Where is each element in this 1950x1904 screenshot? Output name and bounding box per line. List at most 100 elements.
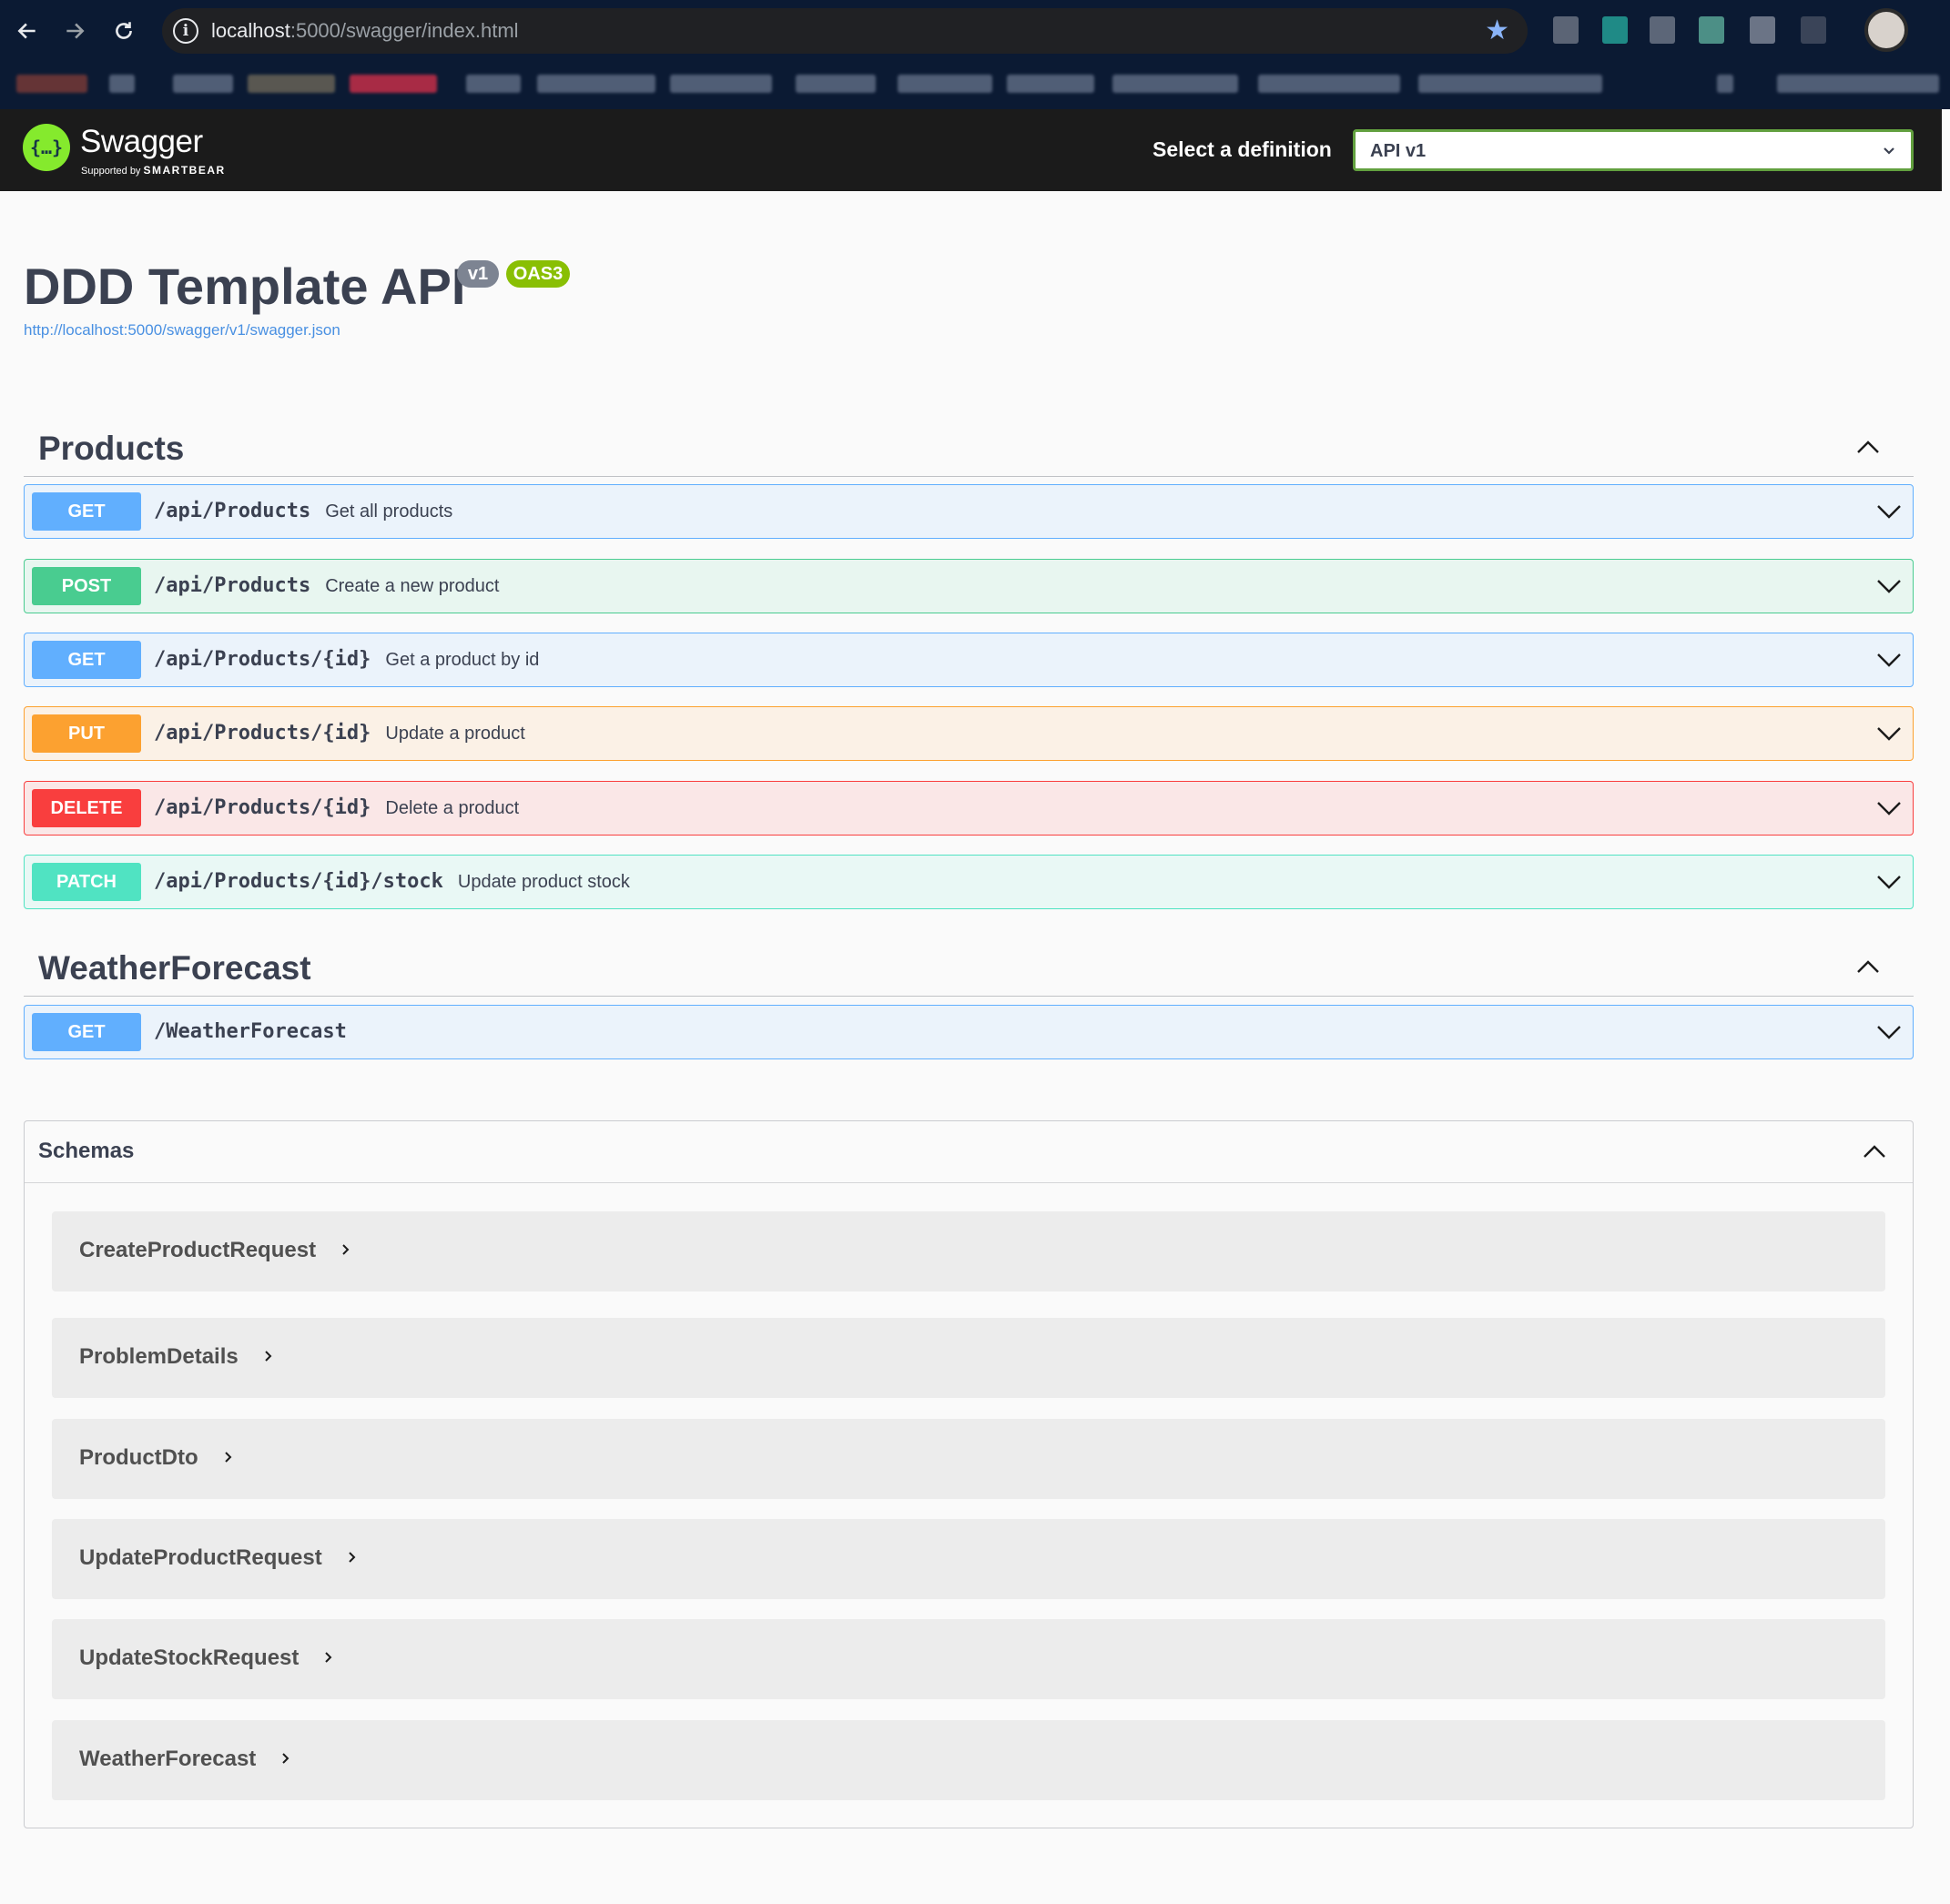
bookmark-item[interactable] [796, 75, 876, 93]
model-label: WeatherForecast [79, 1747, 257, 1771]
tag-header-weatherforecast[interactable]: WeatherForecast [24, 940, 1914, 997]
model-label: ProductDto [79, 1445, 198, 1470]
bookmark-item[interactable] [1717, 75, 1733, 93]
bookmark-item[interactable] [109, 75, 135, 93]
extension-icon[interactable] [1650, 16, 1675, 44]
chevron-right-icon[interactable] [279, 1752, 292, 1765]
operation-patch-product-stock[interactable]: PATCH /api/Products/{id}/stock Update pro… [24, 855, 1914, 909]
operation-summary: Update product stock [457, 872, 630, 892]
star-icon[interactable]: ★ [1485, 15, 1509, 46]
bookmark-item[interactable] [537, 75, 655, 93]
spec-url-link[interactable]: http://localhost:5000/swagger/v1/swagger… [24, 320, 340, 340]
schema-model[interactable]: UpdateProductRequest [52, 1519, 1885, 1599]
operation-get-products[interactable]: GET /api/Products Get all products [24, 484, 1914, 539]
logo-subtitle: Supported by SMARTBEAR [81, 164, 226, 177]
extension-icon[interactable] [1553, 16, 1579, 44]
schema-model[interactable]: CreateProductRequest [52, 1211, 1885, 1291]
chevron-right-icon[interactable] [340, 1243, 352, 1256]
chevron-down-icon[interactable] [1874, 572, 1904, 601]
bookmark-item[interactable] [16, 75, 87, 93]
operation-summary: Get a product by id [385, 650, 540, 670]
definition-select-value: API v1 [1370, 141, 1427, 161]
schemas-header[interactable]: Schemas [25, 1121, 1913, 1183]
bookmark-item[interactable] [466, 75, 521, 93]
schema-model-name: ProductDto [79, 1444, 235, 1472]
schema-model-name: ProblemDetails [79, 1343, 275, 1371]
schema-model[interactable]: UpdateStockRequest [52, 1619, 1885, 1699]
method-badge: PATCH [32, 863, 141, 901]
oas-badge: OAS3 [506, 260, 570, 288]
method-badge: GET [32, 641, 141, 679]
chevron-down-icon[interactable] [1874, 497, 1904, 526]
url-text: localhost:5000/swagger/index.html [211, 18, 519, 44]
url-path: :5000/swagger/index.html [289, 19, 519, 42]
extension-icon[interactable] [1750, 16, 1775, 44]
chevron-down-icon[interactable] [1874, 867, 1904, 896]
bookmark-item[interactable] [670, 75, 772, 93]
chevron-down-icon[interactable] [1874, 645, 1904, 674]
operation-put-product[interactable]: PUT /api/Products/{id} Update a product [24, 706, 1914, 761]
bookmark-item[interactable] [248, 75, 335, 93]
version-badge: v1 [457, 260, 499, 288]
operation-summary: Update a product [385, 724, 525, 744]
tag-title: WeatherForecast [38, 949, 311, 987]
schemas-section: Schemas CreateProductRequest ProblemDeta… [24, 1120, 1914, 1828]
bookmark-item[interactable] [1007, 75, 1094, 93]
model-label: ProblemDetails [79, 1344, 239, 1369]
schemas-title: Schemas [38, 1139, 135, 1163]
bookmark-item[interactable] [898, 75, 992, 93]
bookmark-item[interactable] [1777, 75, 1939, 93]
operation-path: /api/Products/{id}/stock Update product s… [154, 870, 630, 894]
chevron-down-icon[interactable] [1874, 719, 1904, 748]
chevron-right-icon[interactable] [222, 1451, 235, 1463]
bookmark-item[interactable] [1418, 75, 1602, 93]
operation-get-weatherforecast[interactable]: GET /WeatherForecast [24, 1005, 1914, 1059]
path-text: /api/Products/{id} [154, 648, 371, 671]
operation-get-product-by-id[interactable]: GET /api/Products/{id} Get a product by i… [24, 633, 1914, 687]
chevron-up-icon[interactable] [1854, 953, 1883, 982]
path-text: /api/Products [154, 574, 311, 597]
chevron-right-icon[interactable] [322, 1651, 335, 1664]
definition-select[interactable]: API v1 [1353, 129, 1914, 171]
chevron-up-icon[interactable] [1854, 433, 1883, 462]
swagger-logo-icon[interactable]: {…} [23, 124, 70, 171]
chevron-right-icon[interactable] [346, 1551, 359, 1564]
schema-model[interactable]: WeatherForecast [52, 1720, 1885, 1800]
schema-model[interactable]: ProblemDetails [52, 1318, 1885, 1398]
bookmark-item[interactable] [1258, 75, 1400, 93]
bookmark-item[interactable] [1112, 75, 1238, 93]
arrow-left-icon[interactable] [9, 13, 46, 49]
extension-icon[interactable] [1801, 16, 1826, 44]
operation-post-products[interactable]: POST /api/Products Create a new product [24, 559, 1914, 613]
operation-path: /api/Products/{id} Get a product by id [154, 648, 539, 672]
bookmark-item[interactable] [350, 75, 437, 93]
reload-icon[interactable] [106, 13, 142, 49]
url-host: localhost [211, 19, 290, 42]
profile-avatar[interactable] [1864, 8, 1908, 52]
chevron-right-icon[interactable] [262, 1350, 275, 1362]
operation-summary: Get all products [325, 501, 453, 522]
schema-model[interactable]: ProductDto [52, 1419, 1885, 1499]
chevron-down-icon [1884, 147, 1894, 155]
extension-icon[interactable] [1602, 16, 1628, 44]
extension-icon[interactable] [1699, 16, 1724, 44]
bookmarks-bar [0, 64, 1950, 109]
operation-delete-product[interactable]: DELETE /api/Products/{id} Delete a produc… [24, 781, 1914, 836]
model-label: CreateProductRequest [79, 1238, 317, 1262]
tag-header-products[interactable]: Products [24, 420, 1914, 477]
bookmark-item[interactable] [173, 75, 233, 93]
api-title: DDD Template API [24, 258, 466, 315]
model-label: UpdateStockRequest [79, 1646, 300, 1670]
browser-chrome: i localhost:5000/swagger/index.html ★ [0, 0, 1950, 109]
chevron-up-icon[interactable] [1860, 1138, 1889, 1167]
arrow-right-icon[interactable] [56, 13, 93, 49]
path-text: /api/Products/{id}/stock [154, 870, 443, 893]
schema-model-name: UpdateStockRequest [79, 1645, 335, 1672]
chevron-down-icon[interactable] [1874, 1018, 1904, 1047]
info-icon[interactable]: i [173, 18, 198, 44]
tag-title: Products [38, 430, 185, 467]
logo-subtitle-brand: SMARTBEAR [143, 164, 226, 177]
operation-path: /WeatherForecast [154, 1020, 347, 1044]
address-bar[interactable]: i localhost:5000/swagger/index.html ★ [162, 8, 1528, 54]
chevron-down-icon[interactable] [1874, 794, 1904, 823]
